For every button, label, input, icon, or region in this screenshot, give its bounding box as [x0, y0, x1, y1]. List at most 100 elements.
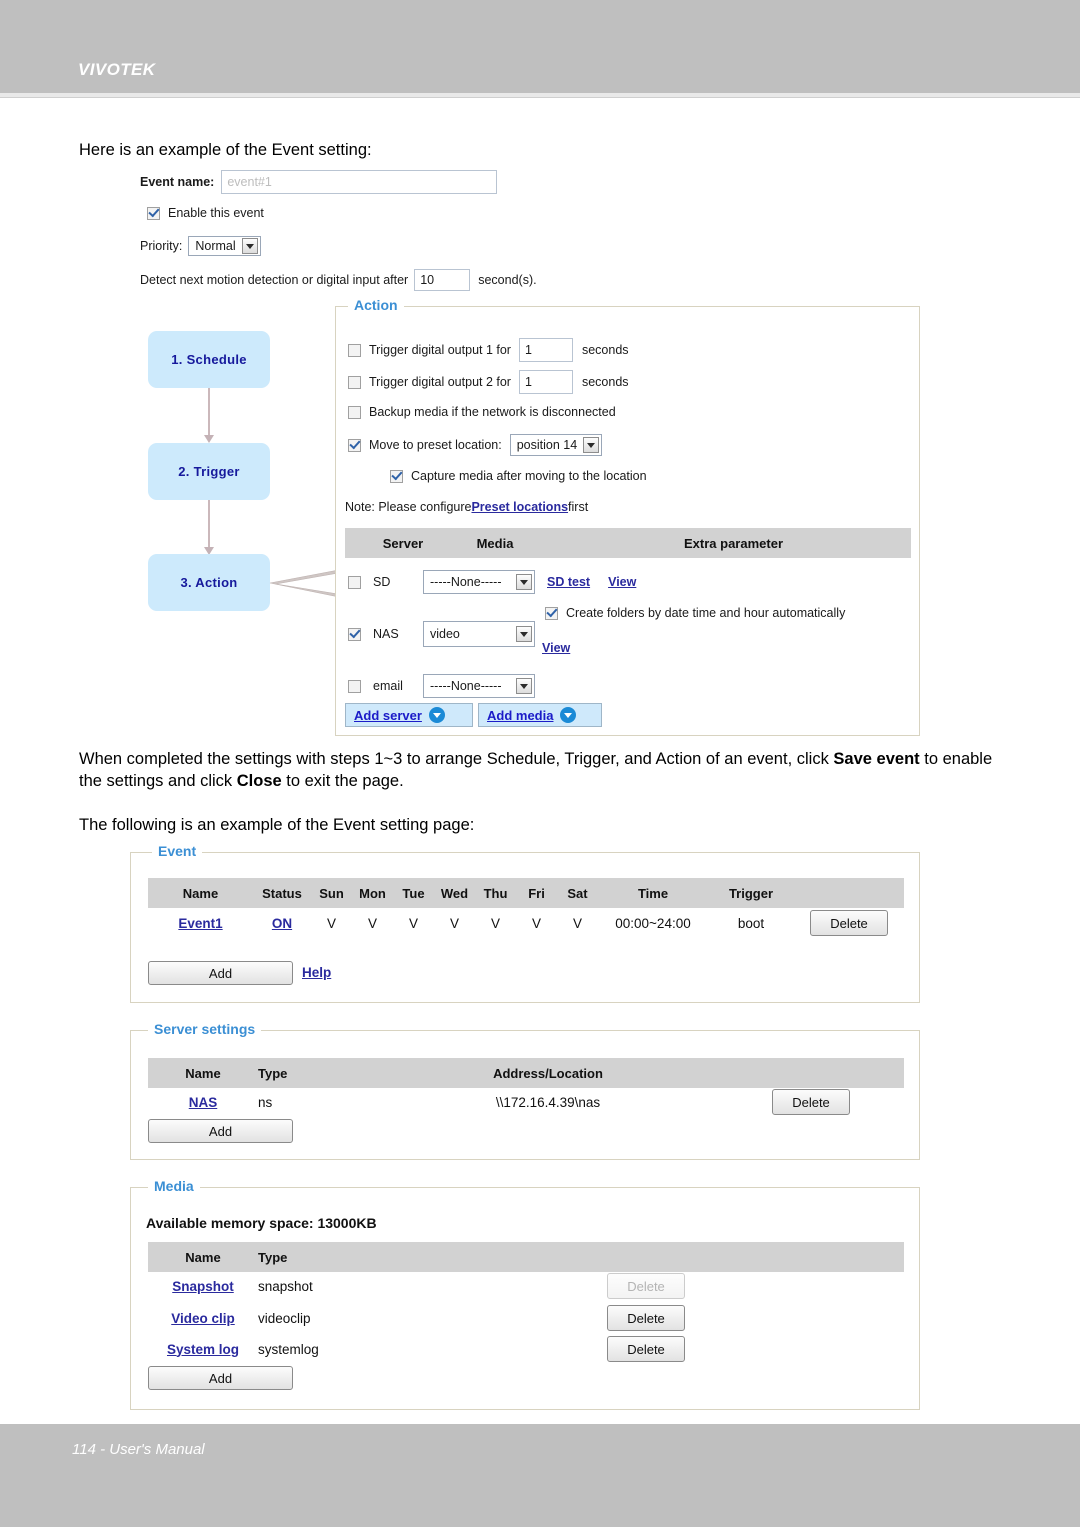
event-row-sun: V: [326, 915, 336, 931]
page-footer: [0, 1424, 1080, 1527]
server-legend: Server settings: [148, 1021, 262, 1037]
server-add-button[interactable]: Add: [148, 1119, 293, 1143]
add-media-button[interactable]: Add media: [478, 703, 602, 727]
event-panel-screenshot: Event Name Status Sun Mon Tue Wed Thu Fr…: [130, 843, 920, 1003]
server-col-name: Name: [185, 1065, 221, 1081]
event-row-fri: V: [531, 915, 541, 931]
media-row-systemlog-delete-button[interactable]: Delete: [607, 1336, 685, 1362]
page-header: [0, 0, 1080, 93]
backup-media-checkbox[interactable]: [348, 405, 361, 419]
preset-note-post: first: [568, 500, 589, 514]
media-row-snapshot-link[interactable]: Snapshot: [148, 1279, 258, 1294]
event-col-tue: Tue: [402, 885, 425, 901]
event-col-wed: Wed: [440, 885, 469, 901]
priority-label: Priority:: [140, 239, 183, 253]
server-settings-screenshot: Server settings Name Type Address/Locati…: [130, 1021, 920, 1160]
digital-output-1-seconds-input[interactable]: 1: [518, 338, 573, 362]
chevron-down-circle-icon: [428, 707, 445, 723]
sd-media-select[interactable]: -----None-----: [423, 570, 535, 594]
detect-interval-row: Detect next motion detection or digital …: [140, 269, 537, 291]
event-row-thu: V: [490, 915, 500, 931]
create-folders-checkbox[interactable]: [545, 606, 558, 620]
sd-view-link[interactable]: View: [608, 575, 636, 589]
action-row-sd: SD -----None----- SD test View: [348, 570, 636, 594]
digital-output-1-label: Trigger digital output 1 for: [369, 343, 511, 357]
event-col-sat: Sat: [567, 885, 588, 901]
mid-paragraph: When completed the settings with steps 1…: [79, 748, 1009, 792]
media-col-name: Name: [185, 1249, 221, 1265]
add-server-button[interactable]: Add server: [345, 703, 473, 727]
nas-view-link[interactable]: View: [542, 641, 570, 655]
action-row-email: email -----None-----: [348, 674, 535, 698]
priority-select[interactable]: Normal: [188, 236, 261, 256]
move-preset-checkbox[interactable]: [348, 438, 361, 452]
flow-arrow-1: [204, 388, 214, 443]
event-row-delete-button[interactable]: Delete: [810, 910, 888, 936]
media-col-actions: [388, 1242, 904, 1272]
table-row: Video clip videoclip Delete: [148, 1303, 904, 1333]
move-preset-label: Move to preset location:: [369, 438, 502, 452]
event-row-name-link[interactable]: Event1: [148, 916, 253, 931]
media-row-videoclip-delete-button[interactable]: Delete: [607, 1305, 685, 1331]
sd-test-link[interactable]: SD test: [547, 575, 590, 589]
digital-output-2-seconds-input[interactable]: 1: [518, 370, 573, 394]
media-row-videoclip-link[interactable]: Video clip: [148, 1311, 258, 1326]
action-col-extra: Extra parameter: [684, 535, 783, 551]
event-row-mon: V: [367, 915, 377, 931]
event-row-tue: V: [408, 915, 418, 931]
nas-media-select[interactable]: video: [423, 621, 535, 647]
enable-event-row[interactable]: Enable this event: [147, 206, 264, 220]
move-preset-row: Move to preset location: position 14: [348, 434, 603, 456]
email-media-value: -----None-----: [430, 679, 502, 693]
nas-row-server-label: NAS: [373, 627, 399, 641]
server-row-name-link[interactable]: NAS: [148, 1095, 258, 1110]
action-col-check: [345, 528, 372, 558]
event-setting-screenshot: Event name: event#1 Enable this event Pr…: [130, 166, 920, 736]
intro-paragraph: Here is an example of the Event setting:: [79, 141, 372, 159]
digital-output-1-suffix: seconds: [581, 343, 629, 357]
priority-select-value: Normal: [195, 239, 236, 253]
priority-row: Priority: Normal: [140, 236, 261, 256]
preset-location-select[interactable]: position 14: [509, 434, 603, 456]
email-row-checkbox[interactable]: [348, 679, 361, 693]
digital-output-1-checkbox[interactable]: [348, 343, 361, 357]
event-col-fri: Fri: [528, 885, 545, 901]
media-col-type: Type: [258, 1249, 288, 1265]
capture-media-checkbox[interactable]: [390, 469, 403, 483]
event-table-header: Name Status Sun Mon Tue Wed Thu Fri Sat …: [148, 878, 904, 908]
server-row-delete-button[interactable]: Delete: [772, 1089, 850, 1115]
digital-output-2-label: Trigger digital output 2 for: [369, 375, 511, 389]
email-media-select[interactable]: -----None-----: [423, 674, 535, 698]
event-name-input[interactable]: event#1: [221, 170, 498, 194]
nas-row-checkbox[interactable]: [348, 627, 361, 641]
event-help-link[interactable]: Help: [302, 965, 331, 980]
server-row-type: ns: [258, 1094, 273, 1110]
preset-locations-link[interactable]: Preset locations: [471, 500, 568, 514]
enable-event-checkbox[interactable]: [147, 206, 160, 220]
sd-row-checkbox[interactable]: [348, 575, 361, 589]
flow-step-trigger-label: 2. Trigger: [178, 464, 240, 479]
table-row: System log systemlog Delete: [148, 1334, 904, 1364]
media-row-systemlog-type: systemlog: [258, 1341, 319, 1357]
capture-media-label: Capture media after moving to the locati…: [411, 469, 647, 483]
chevron-down-circle-icon: [560, 707, 577, 723]
event-add-button[interactable]: Add: [148, 961, 293, 985]
media-row-systemlog-link[interactable]: System log: [148, 1342, 258, 1357]
table-row: Snapshot snapshot Delete: [148, 1271, 904, 1301]
flow-step-trigger[interactable]: 2. Trigger: [148, 443, 270, 500]
flow-step-schedule[interactable]: 1. Schedule: [148, 331, 270, 388]
detect-interval-input[interactable]: 10: [414, 269, 471, 291]
event-row-status-link[interactable]: ON: [253, 916, 311, 931]
action-row-nas: NAS video: [348, 621, 535, 647]
event-name-row: Event name: event#1: [140, 170, 498, 194]
event-row-trigger: boot: [737, 915, 765, 931]
media-add-button[interactable]: Add: [148, 1366, 293, 1390]
event-row-time: 00:00~24:00: [615, 915, 691, 931]
digital-output-2-checkbox[interactable]: [348, 375, 361, 389]
flow-step-action[interactable]: 3. Action: [148, 554, 270, 611]
server-col-type: Type: [258, 1065, 288, 1081]
chevron-down-icon: [516, 626, 532, 642]
event-col-mon: Mon: [359, 885, 386, 901]
digital-output-2-row: Trigger digital output 2 for 1 seconds: [348, 370, 629, 394]
enable-event-label: Enable this event: [168, 206, 264, 220]
